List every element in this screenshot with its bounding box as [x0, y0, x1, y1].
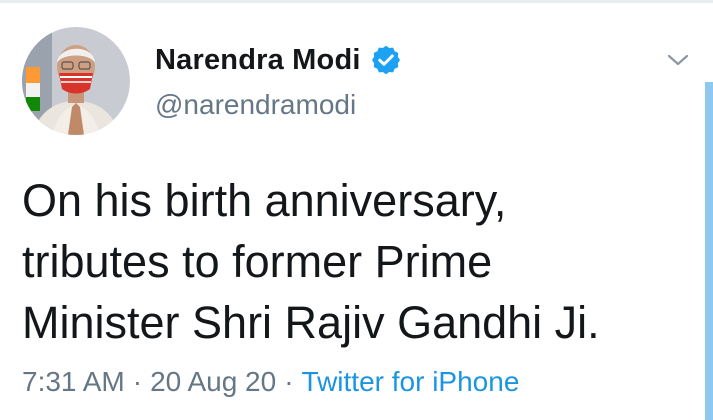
- chevron-down-icon[interactable]: [664, 46, 692, 74]
- tweet-meta: 7:31 AM · 20 Aug 20 · Twitter for iPhone: [22, 366, 519, 398]
- tweet-card: Narendra Modi @narendramodi On his birth…: [0, 0, 713, 420]
- meta-separator: ·: [132, 366, 143, 397]
- verified-badge-icon: [371, 45, 401, 75]
- scroll-indicator[interactable]: [705, 82, 713, 420]
- tweet-time[interactable]: 7:31 AM: [22, 366, 125, 398]
- profile-photo-icon: [22, 27, 130, 135]
- meta-separator: ·: [284, 366, 294, 397]
- tweet-date[interactable]: 20 Aug 20: [150, 366, 276, 398]
- tweet-text: On his birth anniversary, tributes to fo…: [22, 170, 682, 353]
- tweet-source-link[interactable]: Twitter for iPhone: [302, 366, 520, 398]
- tweet-text-line: tributes to former Prime: [22, 236, 493, 287]
- tweet-text-line: On his birth anniversary,: [22, 175, 507, 226]
- tweet-text-line: Minister Shri Rajiv Gandhi Ji.: [22, 297, 600, 348]
- avatar[interactable]: [22, 27, 130, 135]
- author-name-row[interactable]: Narendra Modi: [155, 40, 401, 80]
- user-handle[interactable]: @narendramodi: [155, 89, 356, 121]
- display-name[interactable]: Narendra Modi: [155, 44, 361, 77]
